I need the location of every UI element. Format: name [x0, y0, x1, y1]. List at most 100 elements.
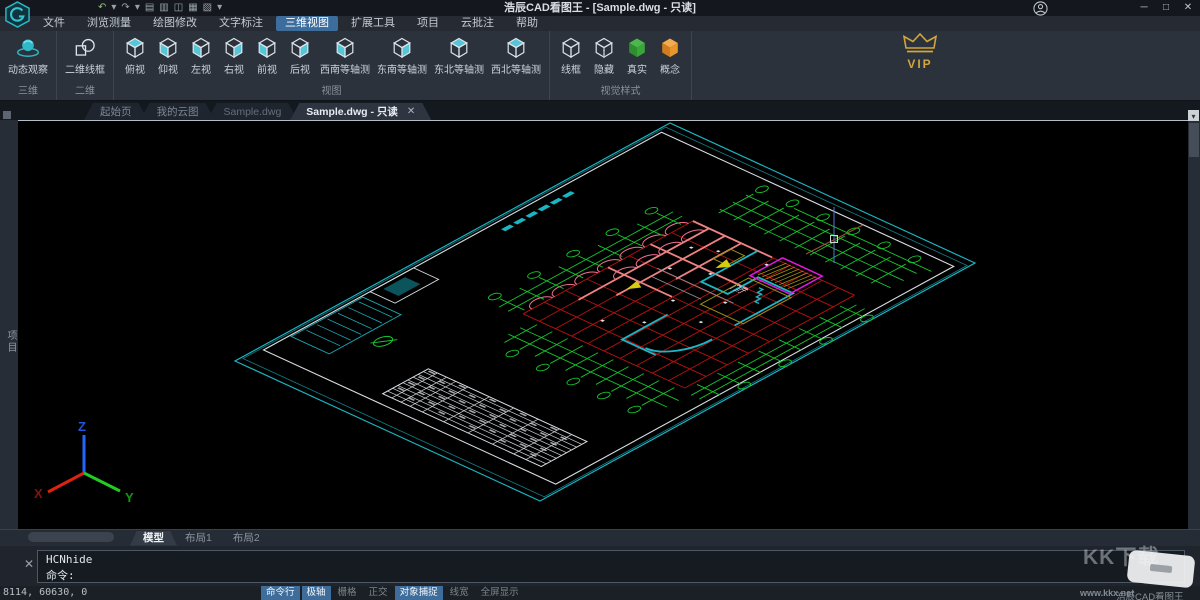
ribbon-button-dynamic-orbit[interactable]: 动态观察 [5, 34, 51, 77]
front-view-icon [254, 35, 280, 61]
2d-wireframe-icon [72, 35, 98, 61]
ribbon-group-label: 二维 [57, 82, 113, 100]
project-side-panel[interactable]: 项目 [0, 120, 18, 529]
horizontal-scrollbar[interactable] [28, 532, 114, 542]
ribbon-button-bottom-view[interactable]: 仰视 [152, 34, 184, 77]
menu-item-text-annotate[interactable]: 文字标注 [210, 16, 272, 31]
menu-item-help[interactable]: 帮助 [507, 16, 547, 31]
ribbon-button-hidden[interactable]: 隐藏 [588, 34, 620, 77]
vip-label: VIP [897, 57, 943, 71]
qat-markup-icon[interactable]: ▧ [203, 0, 212, 16]
cad-drawing: 门厅 Z X Y [18, 121, 1188, 530]
quick-access-toolbar: ↶ ▾ ↷ ▾ ▤ ▥ ◫ ▦ ▧ ▾ [98, 0, 222, 16]
ribbon-button-label: 线框 [561, 61, 581, 76]
qat-print-icon[interactable]: ▦ [188, 0, 197, 16]
command-input-box[interactable]: HCNhide 命令: [37, 550, 1185, 583]
layout-tab-bar: 模型布局1布局2 [0, 529, 1200, 546]
ribbon-button-front-view[interactable]: 前视 [251, 34, 283, 77]
ribbon-button-se-isometric[interactable]: 东南等轴测 [374, 34, 430, 77]
menu-item-cloud-markup[interactable]: 云批注 [452, 16, 503, 31]
document-tab-bar: 起始页我的云图 Sample.dwg Sample.dwg - 只读✕ [0, 101, 1200, 120]
ribbon-group-label: 三维 [0, 82, 56, 100]
ribbon-panel: 动态观察三维 [0, 31, 57, 100]
scrollbar-thumb[interactable] [1189, 123, 1199, 157]
ribbon-group-label: 视觉样式 [550, 82, 691, 100]
ribbon-button-back-view[interactable]: 后视 [284, 34, 316, 77]
status-toggle-command-line[interactable]: 命令行 [261, 586, 300, 600]
se-isometric-icon [389, 35, 415, 61]
ribbon-button-ne-isometric[interactable]: 东北等轴测 [431, 34, 487, 77]
layout-tab-layout1[interactable]: 布局1 [172, 531, 225, 546]
status-toggle-osnap[interactable]: 对象捕捉 [395, 586, 443, 600]
vertical-scrollbar[interactable] [1188, 121, 1200, 529]
ribbon-button-right-view[interactable]: 右视 [218, 34, 250, 77]
room-label: 门厅 [728, 284, 751, 295]
menu-item-browse-measure[interactable]: 浏览测量 [78, 16, 140, 31]
doc-tab-label: Sample.dwg [224, 106, 282, 118]
qat-copy-icon[interactable]: ◫ [174, 0, 183, 16]
maximize-button[interactable]: □ [1158, 0, 1174, 16]
doc-tab-sample-readonly[interactable]: Sample.dwg - 只读✕ [290, 103, 431, 120]
ribbon-button-conceptual[interactable]: 概念 [654, 34, 686, 77]
ribbon-button-label: 后视 [290, 61, 310, 76]
ribbon-button-sw-isometric[interactable]: 西南等轴测 [317, 34, 373, 77]
ribbon-button-2d-wireframe[interactable]: 二维线框 [62, 34, 108, 77]
qat-save-icon[interactable]: ▥ [159, 0, 168, 16]
ribbon-button-label: 俯视 [125, 61, 145, 76]
layout-tab-model[interactable]: 模型 [130, 531, 177, 546]
qat-redo-more-icon[interactable]: ▾ [135, 0, 140, 16]
qat-more-icon[interactable]: ▾ [217, 0, 222, 16]
tab-close-icon[interactable]: ✕ [407, 106, 415, 117]
back-view-icon [287, 35, 313, 61]
app-window: 浩辰CAD看图王 - [Sample.dwg - 只读] ↶▾↷▾▤▥◫▦▧▾ … [0, 0, 1200, 600]
status-toggle-ortho[interactable]: 正交 [364, 586, 393, 600]
ribbon-button-label: 真实 [627, 61, 647, 76]
ribbon-button-label: 东北等轴测 [434, 61, 484, 76]
layout-tab-layout2[interactable]: 布局2 [220, 531, 273, 546]
menu-item-extended-tools[interactable]: 扩展工具 [342, 16, 404, 31]
qat-open-icon[interactable]: ▤ [145, 0, 154, 16]
ribbon-button-label: 二维线框 [65, 61, 105, 76]
account-icon[interactable] [1033, 1, 1048, 16]
ribbon-button-label: 右视 [224, 61, 244, 76]
ribbon-button-top-view[interactable]: 俯视 [119, 34, 151, 77]
sw-isometric-icon [332, 35, 358, 61]
status-toggle-polar[interactable]: 极轴 [302, 586, 331, 600]
realistic-icon [624, 35, 650, 61]
window-controls: ─ □ ✕ [1136, 0, 1196, 16]
vip-button[interactable]: VIP [897, 33, 943, 71]
menu-item-3d-view[interactable]: 三维视图 [276, 16, 338, 31]
ucs-icon: Z X Y [34, 419, 134, 505]
status-toggle-fullscreen[interactable]: 全屏显示 [476, 586, 524, 600]
drawing-canvas[interactable]: 门厅 Z X Y [18, 120, 1188, 530]
close-button[interactable]: ✕ [1180, 0, 1196, 16]
doc-tab-my-cloud[interactable]: 我的云图 [141, 103, 215, 120]
crown-icon [903, 33, 937, 53]
hidden-icon [591, 35, 617, 61]
menu-item-file[interactable]: 文件 [34, 16, 74, 31]
menu-item-project[interactable]: 项目 [408, 16, 448, 31]
panel-collapse-icon[interactable] [3, 111, 11, 119]
command-close-icon[interactable]: ✕ [24, 557, 34, 571]
status-toggle-lineweight[interactable]: 线宽 [445, 586, 474, 600]
ribbon-button-label: 动态观察 [8, 61, 48, 76]
menu-bar: 文件浏览测量绘图修改文字标注三维视图扩展工具项目云批注帮助 [34, 16, 547, 31]
qat-undo-more-icon[interactable]: ▾ [111, 0, 116, 16]
ribbon-group-label: 视图 [114, 82, 549, 100]
menu-item-draw-modify[interactable]: 绘图修改 [144, 16, 206, 31]
command-panel: ✕ HCNhide 命令: [0, 546, 1200, 586]
command-history-line: HCNhide [38, 551, 1184, 567]
doc-tab-sample[interactable]: Sample.dwg [208, 103, 298, 120]
svg-text:X: X [34, 486, 43, 501]
ribbon-button-realistic[interactable]: 真实 [621, 34, 653, 77]
status-toggle-grid[interactable]: 栅格 [333, 586, 362, 600]
qat-undo-icon[interactable]: ↶ [98, 0, 106, 16]
qat-redo-icon[interactable]: ↷ [121, 0, 129, 16]
minimize-button[interactable]: ─ [1136, 0, 1152, 16]
doc-tab-start-page[interactable]: 起始页 [84, 103, 148, 120]
ribbon: 动态观察三维二维线框二维俯视仰视左视右视前视后视西南等轴测东南等轴测东北等轴测西… [0, 31, 1200, 101]
ribbon-button-nw-isometric[interactable]: 西北等轴测 [488, 34, 544, 77]
ribbon-button-left-view[interactable]: 左视 [185, 34, 217, 77]
ribbon-button-wireframe[interactable]: 线框 [555, 34, 587, 77]
ribbon-button-label: 左视 [191, 61, 211, 76]
